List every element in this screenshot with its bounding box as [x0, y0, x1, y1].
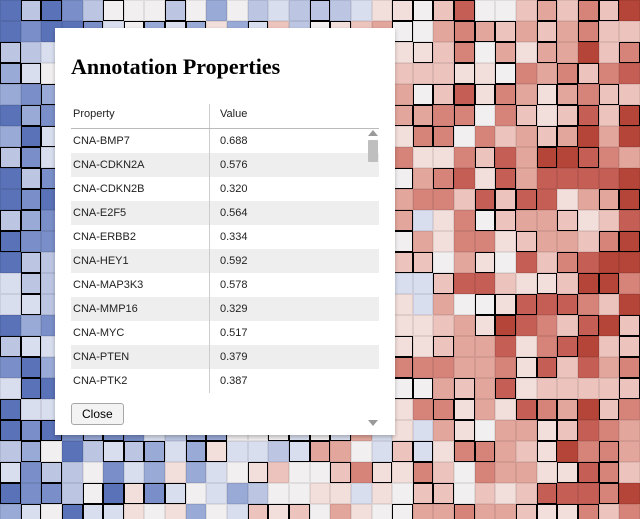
cell-value: 0.578	[210, 273, 379, 297]
cell-property: CNA-MYC	[71, 321, 210, 345]
table-header: Property Value	[71, 104, 379, 129]
cell-property: CNA-ERBB2	[71, 225, 210, 249]
cell-value: 0.688	[210, 129, 379, 153]
close-button[interactable]: Close	[71, 403, 124, 425]
cell-value: 0.334	[210, 225, 379, 249]
annotation-properties-dialog: Annotation Properties Property Value CNA…	[55, 28, 395, 435]
cell-property: CNA-BMP7	[71, 129, 210, 153]
table-row[interactable]: CNA-BMP70.688	[71, 129, 379, 153]
cell-value: 0.517	[210, 321, 379, 345]
cell-value: 0.379	[210, 345, 379, 369]
cell-value: 0.387	[210, 369, 379, 393]
cell-property: CNA-CDKN2A	[71, 153, 210, 177]
table-row[interactable]: CNA-HEY10.592	[71, 249, 379, 273]
table-row[interactable]: CNA-CDKN2A0.576	[71, 153, 379, 177]
cell-property: CNA-MAP3K3	[71, 273, 210, 297]
cell-value: 0.329	[210, 297, 379, 321]
table-row[interactable]: CNA-E2F50.564	[71, 201, 379, 225]
cell-value: 0.320	[210, 177, 379, 201]
col-header-property[interactable]: Property	[71, 104, 210, 128]
dialog-title: Annotation Properties	[71, 54, 379, 80]
scroll-thumb[interactable]	[368, 140, 378, 162]
cell-property: CNA-HEY1	[71, 249, 210, 273]
cell-value: 0.592	[210, 249, 379, 273]
scrollbar[interactable]	[365, 130, 381, 426]
table-body: CNA-BMP70.688CNA-CDKN2A0.576CNA-CDKN2B0.…	[71, 129, 379, 393]
properties-table: Property Value CNA-BMP70.688CNA-CDKN2A0.…	[71, 104, 379, 393]
scroll-up-icon[interactable]	[368, 130, 378, 136]
scroll-track[interactable]	[368, 140, 378, 416]
table-row[interactable]: CNA-PTK20.387	[71, 369, 379, 393]
cell-value: 0.564	[210, 201, 379, 225]
table-row[interactable]: CNA-MMP160.329	[71, 297, 379, 321]
cell-property: CNA-E2F5	[71, 201, 210, 225]
scroll-down-icon[interactable]	[368, 420, 378, 426]
table-row[interactable]: CNA-MAP3K30.578	[71, 273, 379, 297]
cell-property: CNA-PTEN	[71, 345, 210, 369]
cell-property: CNA-CDKN2B	[71, 177, 210, 201]
table-row[interactable]: CNA-ERBB20.334	[71, 225, 379, 249]
table-row[interactable]: CNA-PTEN0.379	[71, 345, 379, 369]
col-header-value[interactable]: Value	[210, 104, 379, 128]
cell-property: CNA-PTK2	[71, 369, 210, 393]
table-row[interactable]: CNA-CDKN2B0.320	[71, 177, 379, 201]
cell-value: 0.576	[210, 153, 379, 177]
cell-property: CNA-MMP16	[71, 297, 210, 321]
table-row[interactable]: CNA-MYC0.517	[71, 321, 379, 345]
